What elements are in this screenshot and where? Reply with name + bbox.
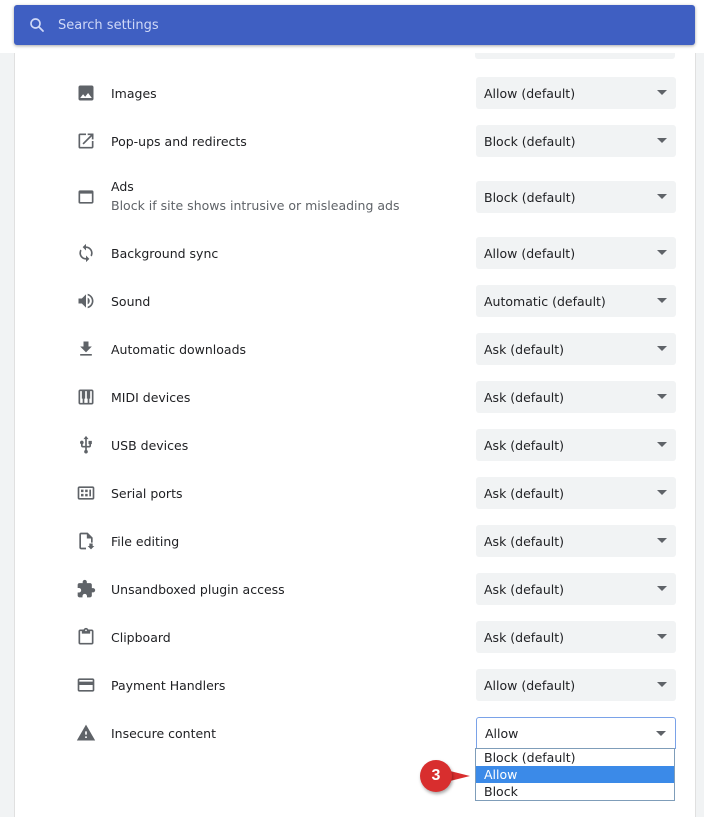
credit-card-icon [75, 674, 97, 696]
setting-label: Unsandboxed plugin access [111, 581, 285, 597]
setting-label: Sound [111, 293, 151, 309]
setting-row-unsandboxed-plugin-access: Unsandboxed plugin access Ask (default) [15, 565, 695, 613]
setting-row-usb-devices: USB devices Ask (default) [15, 421, 695, 469]
select-value: Ask (default) [484, 533, 565, 549]
sync-icon [75, 242, 97, 264]
payment-handlers-select[interactable]: Allow (default) [476, 669, 676, 701]
piano-icon [75, 386, 97, 408]
popups-select[interactable]: Block (default) [476, 125, 676, 157]
dropdown-arrow-icon [657, 682, 667, 687]
select-value: Ask (default) [484, 341, 565, 357]
select-value: Ask (default) [484, 485, 565, 501]
file-edit-icon [75, 530, 97, 552]
serial-ports-select[interactable]: Ask (default) [476, 477, 676, 509]
setting-label: Pop-ups and redirects [111, 133, 247, 149]
dropdown-arrow-icon [657, 538, 667, 543]
setting-label-ads: Ads Block if site shows intrusive or mis… [111, 179, 399, 213]
option-allow[interactable]: Allow [476, 766, 674, 783]
setting-row-payment-handlers: Payment Handlers Allow (default) [15, 661, 695, 709]
ads-select[interactable]: Block (default) [476, 181, 676, 213]
option-block-default[interactable]: Block (default) [476, 749, 674, 766]
dropdown-arrow-icon [657, 346, 667, 351]
top-bar [0, 0, 704, 53]
setting-row-popups: Pop-ups and redirects Block (default) [15, 117, 695, 165]
serial-port-icon [75, 482, 97, 504]
setting-label: Background sync [111, 245, 219, 261]
dropdown-arrow-icon [657, 586, 667, 591]
setting-label: Serial ports [111, 485, 183, 501]
option-block[interactable]: Block [476, 783, 674, 800]
search-input[interactable] [58, 17, 618, 33]
dropdown-arrow-icon [657, 298, 667, 303]
select-value: Block (default) [484, 189, 576, 205]
previous-row-select[interactable] [475, 53, 675, 59]
clipboard-select[interactable]: Ask (default) [476, 621, 676, 653]
search-icon [30, 18, 44, 32]
dropdown-arrow-icon [657, 194, 667, 199]
setting-row-ads: Ads Block if site shows intrusive or mis… [15, 173, 695, 221]
setting-label: Ads [111, 179, 134, 194]
setting-label: USB devices [111, 437, 189, 453]
dropdown-arrow-icon [656, 731, 666, 736]
select-value: Ask (default) [484, 581, 565, 597]
select-value: Ask (default) [484, 437, 565, 453]
dropdown-arrow-icon [657, 442, 667, 447]
select-value: Allow (default) [484, 245, 576, 261]
volume-icon [75, 290, 97, 312]
select-value: Block (default) [484, 133, 576, 149]
images-select[interactable]: Allow (default) [476, 77, 676, 109]
setting-row-serial-ports: Serial ports Ask (default) [15, 469, 695, 517]
unsandboxed-plugin-select[interactable]: Ask (default) [476, 573, 676, 605]
search-bar[interactable] [14, 5, 695, 45]
setting-label: Images [111, 85, 157, 101]
select-value: Ask (default) [484, 629, 565, 645]
dropdown-arrow-icon [657, 250, 667, 255]
open-in-new-icon [75, 130, 97, 152]
usb-icon [75, 434, 97, 456]
step-callout: 3 [420, 760, 472, 792]
permissions-card: Images Allow (default) Pop-ups and redir… [14, 53, 696, 817]
background-sync-select[interactable]: Allow (default) [476, 237, 676, 269]
download-icon [75, 338, 97, 360]
setting-sublabel: Block if site shows intrusive or mislead… [111, 198, 400, 213]
setting-row-automatic-downloads: Automatic downloads Ask (default) [15, 325, 695, 373]
insecure-content-options: Block (default) Allow Block [475, 748, 675, 801]
setting-label: Insecure content [111, 725, 216, 741]
select-value: Allow (default) [484, 677, 576, 693]
setting-row-clipboard: Clipboard Ask (default) [15, 613, 695, 661]
setting-row-images: Images Allow (default) [15, 69, 695, 117]
setting-label: Automatic downloads [111, 341, 247, 357]
select-value: Allow [485, 725, 519, 741]
setting-label: Clipboard [111, 629, 171, 645]
web-asset-icon [75, 186, 97, 208]
file-editing-select[interactable]: Ask (default) [476, 525, 676, 557]
dropdown-arrow-icon [657, 490, 667, 495]
sound-select[interactable]: Automatic (default) [476, 285, 676, 317]
setting-row-midi-devices: MIDI devices Ask (default) [15, 373, 695, 421]
setting-label: Payment Handlers [111, 677, 226, 693]
setting-row-sound: Sound Automatic (default) [15, 277, 695, 325]
select-value: Allow (default) [484, 85, 576, 101]
dropdown-arrow-icon [657, 394, 667, 399]
setting-label: MIDI devices [111, 389, 191, 405]
image-icon [75, 82, 97, 104]
dropdown-arrow-icon [657, 634, 667, 639]
dropdown-arrow-icon [657, 90, 667, 95]
setting-label: File editing [111, 533, 180, 549]
select-value: Ask (default) [484, 389, 565, 405]
usb-devices-select[interactable]: Ask (default) [476, 429, 676, 461]
clipboard-icon [75, 626, 97, 648]
dropdown-arrow-icon [657, 138, 667, 143]
select-value: Automatic (default) [484, 293, 606, 309]
step-number: 3 [420, 760, 452, 792]
setting-row-file-editing: File editing Ask (default) [15, 517, 695, 565]
midi-devices-select[interactable]: Ask (default) [476, 381, 676, 413]
setting-row-background-sync: Background sync Allow (default) [15, 229, 695, 277]
insecure-content-select[interactable]: Allow [476, 717, 676, 749]
automatic-downloads-select[interactable]: Ask (default) [476, 333, 676, 365]
puzzle-icon [75, 578, 97, 600]
warning-icon [75, 722, 97, 744]
